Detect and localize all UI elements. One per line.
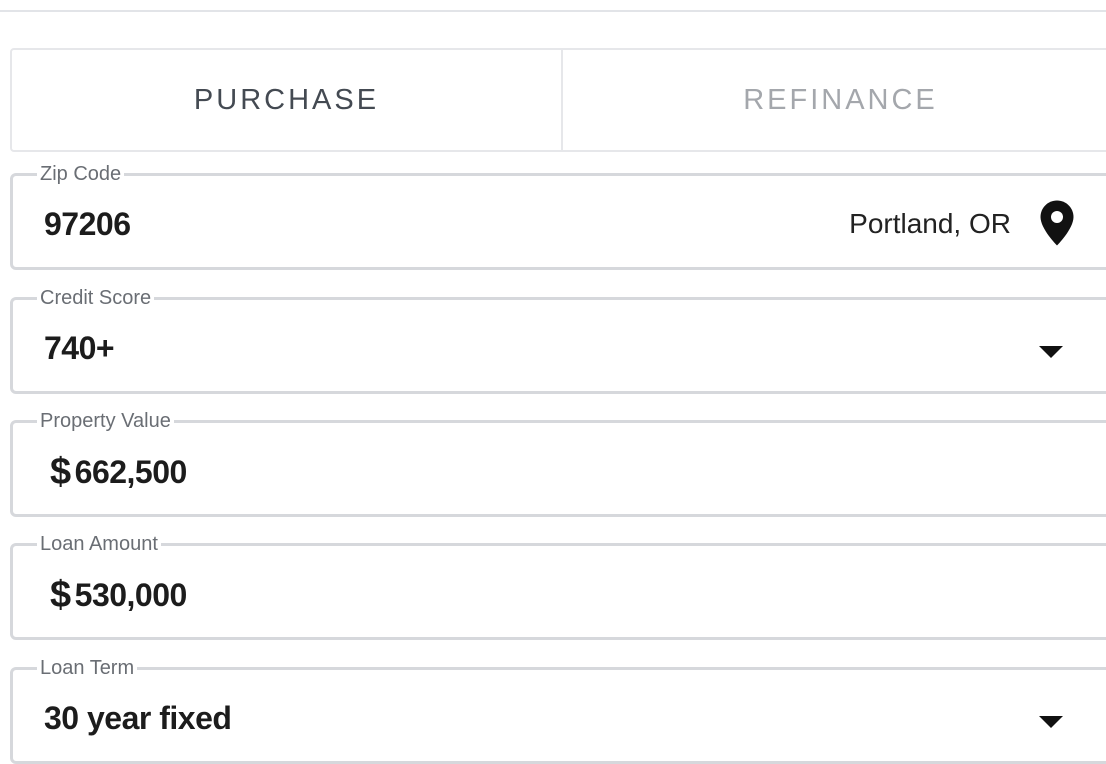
loan-term-label: Loan Term <box>40 657 135 679</box>
map-pin-icon[interactable] <box>1039 200 1075 246</box>
city-state-text: Portland, OR <box>849 208 1011 239</box>
caret-down-icon[interactable] <box>1039 346 1063 358</box>
zip-code-field[interactable]: Zip Code 97206 Portland, OR <box>10 164 1106 270</box>
property-value-field[interactable]: Property Value $ 662,500 <box>10 411 1106 517</box>
zip-code-label: Zip Code <box>40 163 122 185</box>
loan-term-select[interactable]: Loan Term 30 year fixed <box>10 658 1106 764</box>
loan-amount-field[interactable]: Loan Amount $ 530,000 <box>10 534 1106 640</box>
credit-score-select[interactable]: Credit Score 740+ <box>10 288 1106 394</box>
property-value-label: Property Value <box>40 410 171 432</box>
credit-score-value: 740+ <box>44 330 115 366</box>
property-value-input[interactable]: $ 662,500 <box>44 453 187 491</box>
caret-down-icon[interactable] <box>1039 716 1063 728</box>
property-value-amount: 662,500 <box>74 453 188 490</box>
dollar-sign: $ <box>50 451 71 493</box>
loan-type-tabs: PURCHASE REFINANCE <box>10 48 1106 152</box>
tab-purchase[interactable]: PURCHASE <box>12 50 561 150</box>
loan-amount-input[interactable]: $ 530,000 <box>44 576 187 614</box>
mortgage-form: PURCHASE REFINANCE Zip Code 97206 Portla… <box>0 0 1106 764</box>
zip-code-input[interactable]: 97206 <box>44 206 131 243</box>
tab-refinance[interactable]: REFINANCE <box>561 50 1106 150</box>
dollar-sign: $ <box>50 574 71 616</box>
loan-amount-value: 530,000 <box>74 576 188 613</box>
loan-term-value: 30 year fixed <box>44 700 232 736</box>
top-divider <box>0 10 1106 12</box>
credit-score-label: Credit Score <box>40 287 152 309</box>
loan-amount-label: Loan Amount <box>40 533 158 555</box>
